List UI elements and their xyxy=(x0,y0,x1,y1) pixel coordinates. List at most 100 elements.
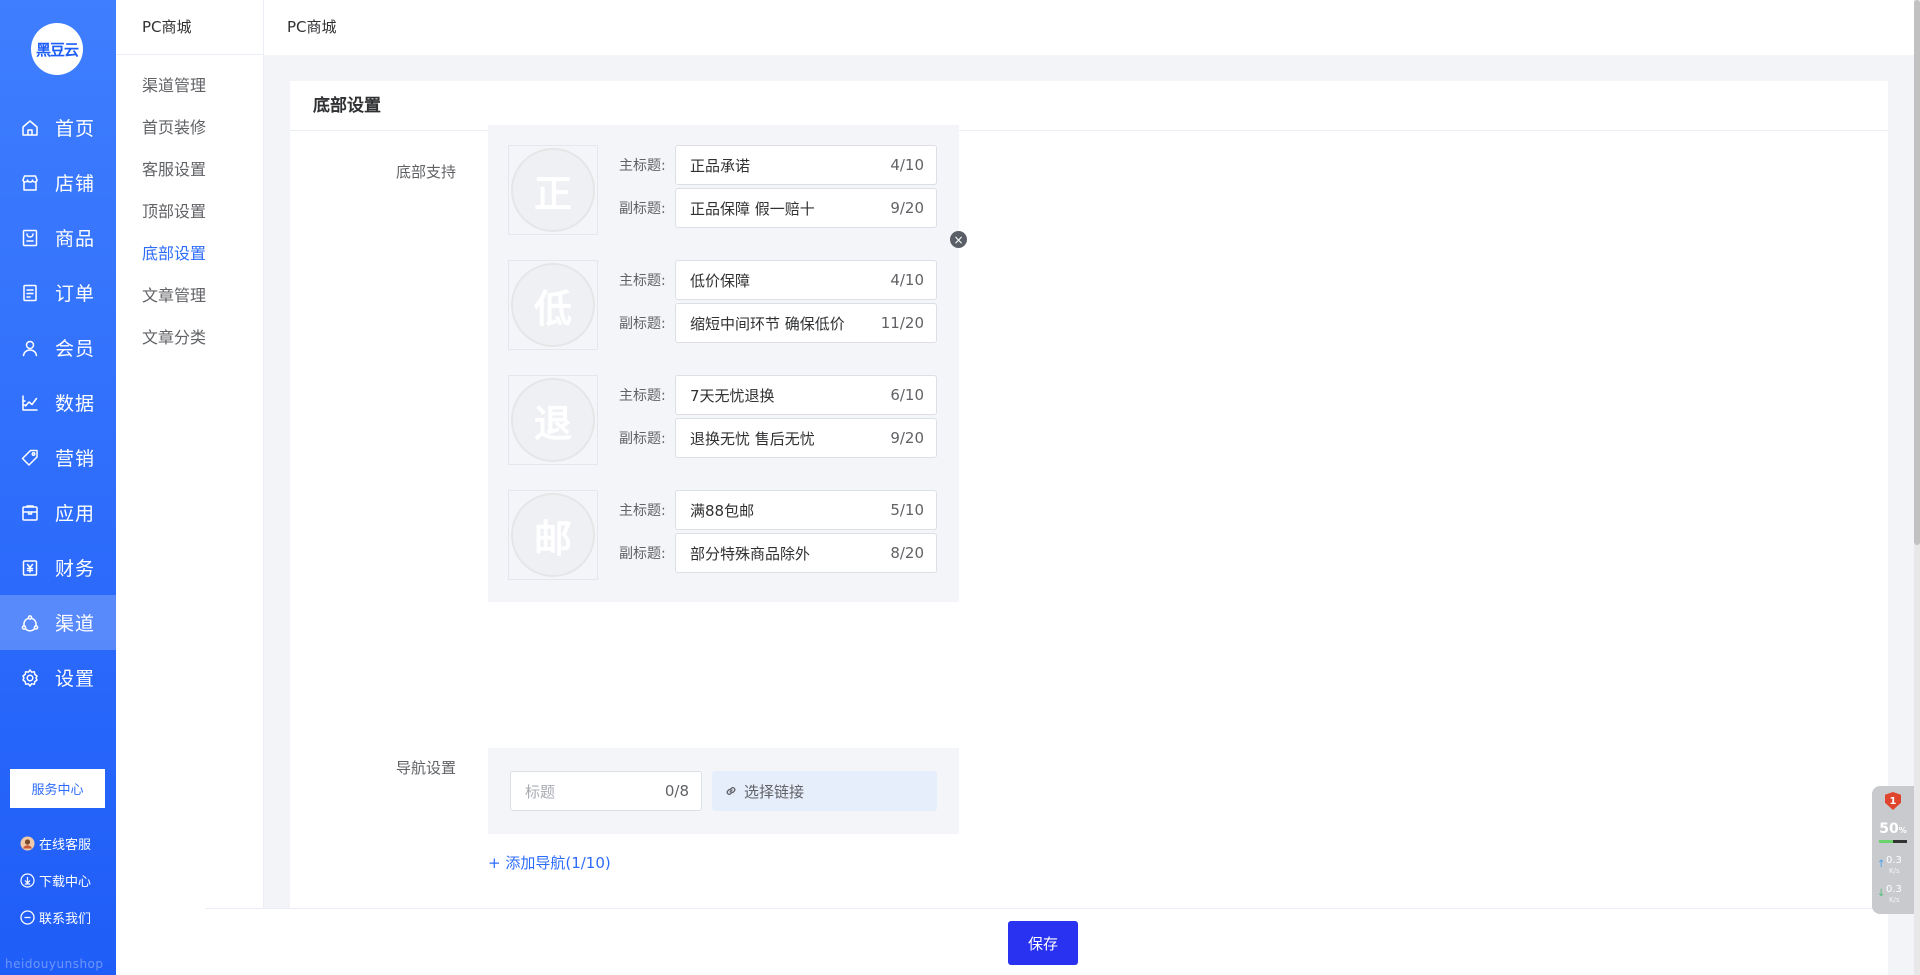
support-icon-upload[interactable]: 退 xyxy=(508,375,598,465)
upload-arrow-icon: ↑ xyxy=(1877,859,1886,870)
nav-item-3[interactable]: 订单 xyxy=(0,265,116,320)
nav-item-label: 财务 xyxy=(55,558,96,580)
tag-icon xyxy=(21,449,38,466)
nav-item-label: 渠道 xyxy=(55,613,96,635)
page-title: 底部设置 xyxy=(290,81,1888,131)
support-icon-char: 退 xyxy=(511,378,595,462)
nav-item-8[interactable]: 财务 xyxy=(0,540,116,595)
support-icon-upload[interactable]: 邮 xyxy=(508,490,598,580)
memory-percent-value: 50 xyxy=(1879,821,1899,837)
nav-item-label: 订单 xyxy=(55,283,96,305)
sub-title-label: 副标题: xyxy=(619,546,666,562)
sub-title-input[interactable]: 缩短中间环节 确保低价 11/20 xyxy=(675,303,937,343)
sub-title-count: 8/20 xyxy=(890,544,924,562)
nav-item-2[interactable]: 商品 xyxy=(0,210,116,265)
contact-us-link[interactable]: 联系我们 xyxy=(20,908,91,927)
gear-icon xyxy=(22,668,38,687)
main-title-label: 主标题: xyxy=(619,503,666,519)
channel-icon xyxy=(21,614,39,631)
save-button[interactable]: 保存 xyxy=(1008,921,1078,965)
main-title-count: 4/10 xyxy=(890,271,924,289)
download-speed-value: 0.3 xyxy=(1886,884,1902,895)
memory-percent-unit: % xyxy=(1898,826,1907,835)
breadcrumb-label: PC商城 xyxy=(287,18,337,36)
add-navigation-button[interactable]: + 添加导航(1/10) xyxy=(488,852,611,873)
nav-item-label: 应用 xyxy=(55,503,96,525)
sub-title-label: 副标题: xyxy=(619,201,666,217)
nav-title-placeholder: 标题 xyxy=(525,782,556,801)
select-link-button[interactable]: 选择链接 xyxy=(712,771,937,811)
nav-item-0[interactable]: 首页 xyxy=(0,100,116,155)
main-title-count: 4/10 xyxy=(890,156,924,174)
sub-title-input[interactable]: 退换无忧 售后无忧 9/20 xyxy=(675,418,937,458)
nav-item-4[interactable]: 会员 xyxy=(0,320,116,375)
support-icon-char: 低 xyxy=(511,263,595,347)
subnav-item-1[interactable]: 首页装修 xyxy=(116,107,263,149)
online-service-label: 在线客服 xyxy=(39,838,92,853)
download-center-label: 下载中心 xyxy=(39,875,92,890)
finance-icon xyxy=(22,559,38,576)
main-title-value: 正品承诺 xyxy=(690,156,751,175)
support-item: 正 主标题: 正品承诺 4/10 副标题: 正品保障 假一赔十 9/20 xyxy=(488,125,959,257)
sub-title-value: 正品保障 假一赔十 xyxy=(690,199,815,218)
support-icon-upload[interactable]: 低 xyxy=(508,260,598,350)
scrollbar-thumb[interactable] xyxy=(1914,0,1920,545)
online-service-link[interactable]: 在线客服 xyxy=(20,834,91,853)
breadcrumb: PC商城 xyxy=(264,0,1920,55)
nav-item-10[interactable]: 设置 xyxy=(0,650,116,705)
main-title-input[interactable]: 低价保障 4/10 xyxy=(675,260,937,300)
subnav-item-5[interactable]: 文章管理 xyxy=(116,275,263,317)
main-title-input[interactable]: 7天无忧退换 6/10 xyxy=(675,375,937,415)
subnav-item-2[interactable]: 客服设置 xyxy=(116,149,263,191)
support-item: 退 主标题: 7天无忧退换 6/10 副标题: 退换无忧 售后无忧 9/20 xyxy=(488,355,959,487)
store-icon xyxy=(22,174,38,191)
goods-icon xyxy=(22,229,38,246)
service-center-button[interactable]: 服务中心 xyxy=(10,769,105,808)
sub-title-value: 部分特殊商品除外 xyxy=(690,544,811,563)
nav-item-6[interactable]: 营销 xyxy=(0,430,116,485)
nav-item-7[interactable]: 应用 xyxy=(0,485,116,540)
network-speed-widget[interactable]: 1 50% ↑ 0.3 K/s ↓ 0.3 K/s xyxy=(1872,786,1914,914)
sub-title-count: 9/20 xyxy=(890,429,924,447)
page-scrollbar[interactable] xyxy=(1914,0,1920,975)
subnav-title: PC商城 xyxy=(116,0,263,55)
subnav-item-0[interactable]: 渠道管理 xyxy=(116,65,263,107)
navigation-item: 标题 0/8 选择链接 xyxy=(488,748,959,834)
support-icon-char: 邮 xyxy=(511,493,595,577)
sub-title-count: 11/20 xyxy=(880,314,924,332)
shield-badge-icon: 1 xyxy=(1885,792,1901,810)
main-title-value: 满88包邮 xyxy=(690,501,755,520)
home-icon xyxy=(22,119,38,136)
nav-item-1[interactable]: 店铺 xyxy=(0,155,116,210)
support-item: 邮 主标题: 满88包邮 5/10 副标题: 部分特殊商品除外 8/20 xyxy=(488,470,959,602)
subnav-item-3[interactable]: 顶部设置 xyxy=(116,191,263,233)
watermark-text: heidouyunshop xyxy=(5,957,104,971)
memory-usage-bar xyxy=(1879,840,1907,843)
subnav-item-4[interactable]: 底部设置 xyxy=(116,233,263,275)
nav-item-label: 商品 xyxy=(55,228,96,250)
select-link-label: 选择链接 xyxy=(744,782,805,801)
main-title-count: 6/10 xyxy=(890,386,924,404)
memory-usage-fill xyxy=(1879,840,1893,843)
nav-item-label: 营销 xyxy=(55,448,96,470)
main-title-input[interactable]: 正品承诺 4/10 xyxy=(675,145,937,185)
close-icon[interactable]: × xyxy=(950,231,967,248)
upload-speed-value: 0.3 xyxy=(1886,855,1902,866)
sub-title-input[interactable]: 正品保障 假一赔十 9/20 xyxy=(675,188,937,228)
nav-title-input[interactable]: 标题 0/8 xyxy=(510,771,702,811)
brand-logo[interactable]: 黑豆云 xyxy=(31,23,83,75)
subnav-item-6[interactable]: 文章分类 xyxy=(116,317,263,359)
nav-item-label: 设置 xyxy=(55,668,96,690)
speed-badge-count: 1 xyxy=(1889,795,1897,807)
sub-title-input[interactable]: 部分特殊商品除外 8/20 xyxy=(675,533,937,573)
download-center-link[interactable]: 下载中心 xyxy=(20,871,91,890)
nav-item-5[interactable]: 数据 xyxy=(0,375,116,430)
footer-settings-card: 底部设置 底部支持 正主标题: 正品承诺 4/10 副标题: 正品保障 假一赔十 9/20… xyxy=(290,81,1888,975)
nav-item-label: 数据 xyxy=(55,393,96,415)
sub-title-value: 退换无忧 售后无忧 xyxy=(690,429,815,448)
support-icon-upload[interactable]: 正 xyxy=(508,145,598,235)
navigation-label: 导航设置 xyxy=(395,759,456,777)
main-title-input[interactable]: 满88包邮 5/10 xyxy=(675,490,937,530)
sub-title-value: 缩短中间环节 确保低价 xyxy=(690,314,845,333)
nav-item-9[interactable]: 渠道 xyxy=(0,595,116,650)
